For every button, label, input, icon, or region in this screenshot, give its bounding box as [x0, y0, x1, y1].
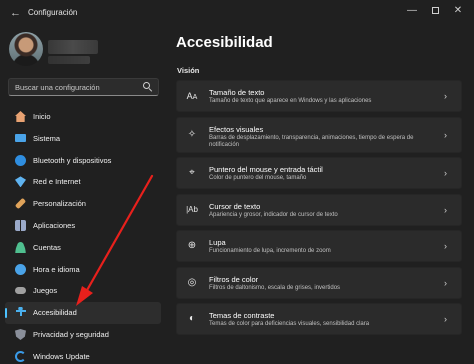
system-icon [15, 133, 26, 142]
sidebar-item-label: Hora e idioma [33, 264, 80, 274]
close-button[interactable]: ✕ [447, 4, 469, 18]
chevron-right-icon: › [444, 168, 447, 178]
app-title: Configuración [28, 8, 78, 17]
settings-card-list: AA Tamaño de texto Tamaño de texto que a… [176, 80, 462, 340]
avatar[interactable] [9, 32, 43, 66]
text-size-icon: AA [186, 91, 198, 101]
sidebar-item-accesibilidad[interactable]: Accesibilidad [5, 302, 161, 324]
sidebar-item-label: Red e Internet [33, 177, 81, 187]
blurred-account-email [48, 56, 90, 64]
card-text-size[interactable]: AA Tamaño de texto Tamaño de texto que a… [176, 80, 462, 112]
sidebar-item-sistema[interactable]: Sistema [5, 128, 161, 150]
sidebar-item-label: Personalización [33, 199, 86, 209]
card-text-cursor[interactable]: |Ab Cursor de texto Apariencia y grosor,… [176, 193, 462, 226]
card-mouse-pointer[interactable]: ⌖ Puntero del mouse y entrada táctil Col… [176, 157, 462, 189]
sidebar-item-label: Windows Update [33, 351, 90, 361]
card-contrast-themes[interactable]: ◐ Temas de contraste Temas de color para… [176, 303, 462, 335]
blurred-account-name [48, 40, 98, 54]
title-bar: ← Configuración — ✕ [0, 0, 474, 26]
sidebar-item-bluetooth[interactable]: Bluetooth y dispositivos [5, 150, 161, 172]
sidebar-item-label: Cuentas [33, 242, 61, 252]
card-description: Funcionamiento de lupa, incremento de zo… [209, 248, 331, 254]
search-icon[interactable] [143, 82, 153, 92]
section-title-vision: Visión [177, 66, 200, 75]
chevron-right-icon: › [444, 91, 447, 101]
clock-globe-icon [15, 263, 26, 275]
sidebar-item-aplicaciones[interactable]: Aplicaciones [5, 215, 161, 237]
card-title: Puntero del mouse y entrada táctil [209, 165, 323, 174]
wifi-icon [15, 176, 26, 188]
card-title: Efectos visuales [209, 124, 264, 134]
paintbrush-icon [14, 198, 27, 210]
card-magnifier[interactable]: ⊕ Lupa Funcionamiento de lupa, increment… [176, 230, 462, 262]
shield-icon [15, 328, 26, 340]
sidebar-item-inicio[interactable]: Inicio [5, 106, 161, 128]
contrast-themes-icon: ◐ [188, 313, 196, 324]
card-visual-effects[interactable]: ✧ Efectos visuales Barras de desplazamie… [176, 116, 462, 153]
search-input[interactable]: Buscar una configuración [8, 78, 159, 96]
maximize-button[interactable] [424, 4, 446, 18]
chevron-right-icon: › [444, 204, 447, 215]
accessibility-icon [15, 307, 26, 319]
chevron-right-icon: › [444, 314, 447, 324]
card-title: Tamaño de texto [209, 88, 265, 97]
mouse-pointer-icon: ⌖ [189, 167, 195, 178]
chevron-right-icon: › [444, 241, 447, 251]
chevron-right-icon: › [444, 277, 447, 288]
text-cursor-icon: |Ab [186, 204, 198, 214]
windows-update-icon [15, 350, 26, 362]
apps-icon [15, 219, 26, 231]
sidebar-item-label: Aplicaciones [33, 220, 76, 230]
account-icon [15, 241, 26, 253]
sidebar-item-personalizacion[interactable]: Personalización [5, 193, 161, 215]
visual-effects-icon: ✧ [187, 128, 197, 140]
magnifier-icon: ⊕ [187, 240, 197, 251]
sidebar-item-windows-update[interactable]: Windows Update [5, 346, 161, 364]
card-color-filters[interactable]: ◎ Filtros de color Filtros de daltonismo… [176, 266, 462, 299]
sidebar: Buscar una configuración Inicio Sistema … [0, 26, 166, 364]
gamepad-icon [15, 287, 26, 295]
card-description: Color de puntero del mouse, tamaño [209, 175, 307, 181]
bluetooth-icon [15, 154, 26, 166]
sidebar-item-red[interactable]: Red e Internet [5, 171, 161, 193]
page-title: Accesibilidad [176, 34, 273, 51]
sidebar-item-cuentas[interactable]: Cuentas [5, 237, 161, 259]
card-description: Barras de desplazamiento, transparencia,… [209, 134, 414, 149]
card-title: Lupa [209, 238, 226, 247]
sidebar-item-label: Bluetooth y dispositivos [33, 155, 112, 165]
color-filters-icon: ◎ [187, 276, 197, 288]
card-description: Apariencia y grosor, indicador de cursor… [209, 211, 338, 218]
sidebar-item-label: Sistema [33, 133, 61, 143]
card-title: Temas de contraste [209, 311, 275, 320]
maximize-icon [431, 6, 439, 14]
card-description: Tamaño de texto que aparece en Windows y… [209, 98, 372, 104]
minimize-button[interactable]: — [401, 4, 423, 18]
sidebar-item-label: Accesibilidad [33, 308, 77, 318]
sidebar-item-label: Privacidad y seguridad [33, 329, 109, 339]
card-title: Filtros de color [209, 274, 259, 284]
sidebar-item-label: Juegos [33, 286, 58, 296]
sidebar-nav: Inicio Sistema Bluetooth y dispositivos … [5, 106, 161, 364]
card-description: Filtros de daltonismo, escala de grises,… [209, 284, 341, 291]
sidebar-item-juegos[interactable]: Juegos [5, 280, 161, 302]
chevron-right-icon: › [444, 129, 447, 140]
search-placeholder: Buscar una configuración [15, 83, 100, 92]
back-arrow-icon[interactable]: ← [10, 6, 21, 20]
home-icon [15, 111, 26, 122]
sidebar-item-label: Inicio [33, 112, 51, 121]
sidebar-item-privacidad[interactable]: Privacidad y seguridad [5, 324, 161, 346]
card-description: Temas de color para deficiencias visuale… [209, 321, 370, 327]
sidebar-item-hora[interactable]: Hora e idioma [5, 259, 161, 281]
card-title: Cursor de texto [209, 201, 261, 211]
